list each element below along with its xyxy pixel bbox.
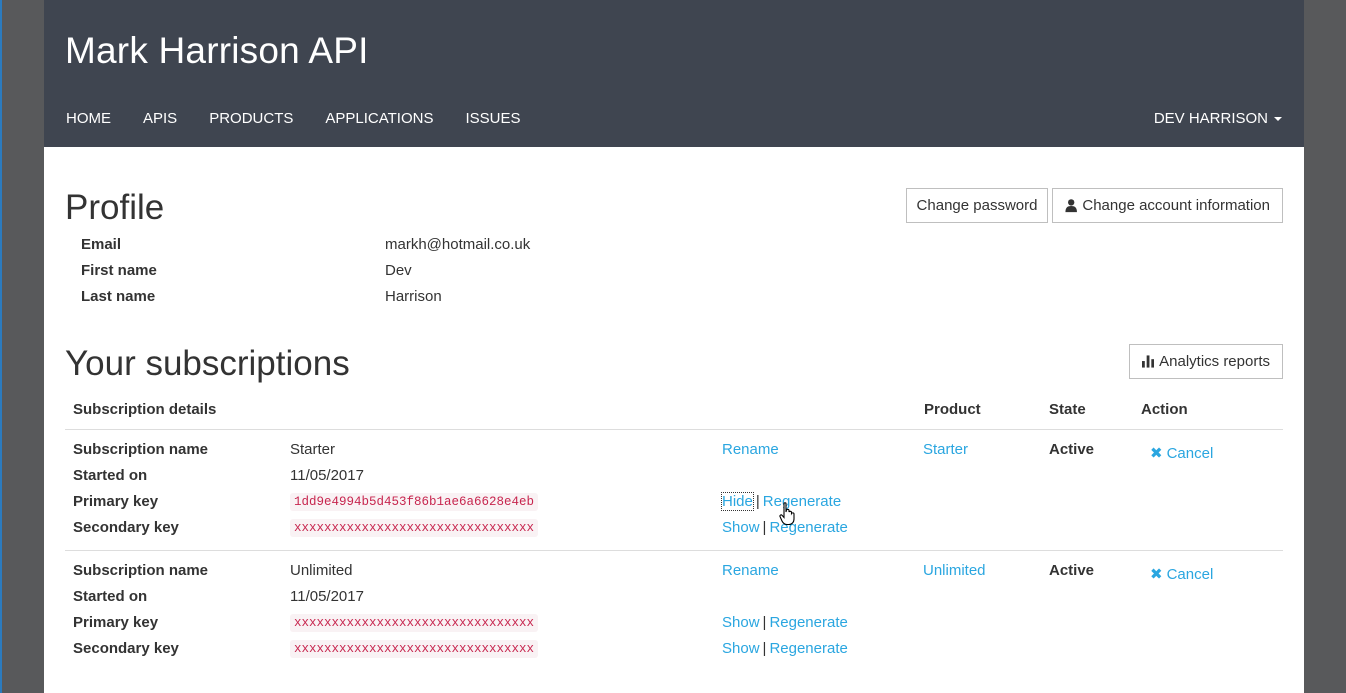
- state-value: Active: [1049, 441, 1095, 458]
- subscriptions-table-header: Subscription details Product State Actio…: [65, 401, 1283, 430]
- primary-key-label: Primary key: [73, 614, 159, 631]
- subscription-unlimited: Subscription name Unlimited Rename Unlim…: [65, 550, 1283, 671]
- analytics-reports-button[interactable]: Analytics reports: [1129, 344, 1283, 379]
- profile-details: Email markh@hotmail.co.uk First name Dev…: [81, 236, 681, 314]
- site-title[interactable]: Mark Harrison API: [65, 30, 369, 72]
- caret-down-icon: [1274, 117, 1282, 122]
- change-account-info-button[interactable]: Change account information: [1052, 188, 1283, 223]
- nav-issues[interactable]: ISSUES: [465, 110, 520, 127]
- subscription-name-row: Subscription name Starter Rename Starter…: [65, 441, 1283, 467]
- nav-home[interactable]: HOME: [66, 110, 111, 127]
- user-menu-label: DEV HARRISON: [1153, 110, 1268, 127]
- separator: |: [762, 519, 767, 536]
- first-name-value: Dev: [385, 262, 412, 279]
- secondary-key-actions: Show | Regenerate: [722, 640, 848, 657]
- started-on-value: 11/05/2017: [290, 588, 364, 605]
- separator: |: [762, 614, 767, 631]
- secondary-key-label: Secondary key: [73, 640, 179, 657]
- subscription-name-label: Subscription name: [73, 562, 209, 579]
- started-on-row: Started on 11/05/2017: [65, 588, 1283, 614]
- regenerate-link[interactable]: Regenerate: [763, 493, 841, 510]
- separator: |: [762, 640, 767, 657]
- secondary-key-label: Secondary key: [73, 519, 179, 536]
- show-key-link[interactable]: Show: [722, 614, 760, 631]
- user-menu[interactable]: DEV HARRISON: [1154, 110, 1282, 127]
- secondary-key-value: xxxxxxxxxxxxxxxxxxxxxxxxxxxxxxxx: [290, 519, 539, 537]
- col-state: State: [1049, 401, 1086, 418]
- first-name-label: First name: [81, 262, 157, 279]
- rename-link[interactable]: Rename: [722, 441, 779, 458]
- subscription-name-row: Subscription name Unlimited Rename Unlim…: [65, 562, 1283, 588]
- primary-key-actions: Show | Regenerate: [722, 614, 848, 631]
- close-icon: ✖: [1150, 445, 1163, 462]
- cancel-link[interactable]: ✖ Cancel: [1150, 444, 1213, 462]
- started-on-row: Started on 11/05/2017: [65, 467, 1283, 493]
- regenerate-link[interactable]: Regenerate: [769, 640, 847, 657]
- window-edge: [0, 0, 2, 693]
- primary-key-value: 1dd9e4994b5d453f86b1ae6a6628e4eb: [290, 493, 539, 511]
- started-on-value: 11/05/2017: [290, 467, 364, 484]
- product-link[interactable]: Starter: [923, 441, 968, 458]
- primary-key-row: Primary key xxxxxxxxxxxxxxxxxxxxxxxxxxxx…: [65, 614, 1283, 640]
- profile-title: Profile: [65, 188, 165, 227]
- regenerate-link[interactable]: Regenerate: [769, 614, 847, 631]
- cancel-link[interactable]: ✖ Cancel: [1150, 565, 1213, 583]
- site-header: Mark Harrison API HOME APIS PRODUCTS APP…: [44, 0, 1304, 147]
- last-name-value: Harrison: [385, 288, 442, 305]
- col-action: Action: [1141, 401, 1188, 418]
- product-link[interactable]: Unlimited: [923, 562, 986, 579]
- bar-chart-icon: [1142, 355, 1155, 368]
- started-on-label: Started on: [73, 467, 148, 484]
- subscription-name-value: Unlimited: [290, 562, 353, 579]
- change-account-info-label: Change account information: [1082, 197, 1270, 214]
- primary-key-row: Primary key 1dd9e4994b5d453f86b1ae6a6628…: [65, 492, 1283, 519]
- nav-products[interactable]: PRODUCTS: [209, 110, 293, 127]
- nav-apis[interactable]: APIS: [143, 110, 177, 127]
- profile-row-email: Email markh@hotmail.co.uk: [81, 236, 681, 262]
- nav-applications[interactable]: APPLICATIONS: [325, 110, 433, 127]
- subscriptions-title: Your subscriptions: [65, 344, 350, 383]
- user-icon: [1065, 199, 1077, 213]
- analytics-reports-label: Analytics reports: [1159, 353, 1270, 370]
- close-icon: ✖: [1150, 566, 1163, 583]
- subscription-name-value: Starter: [290, 441, 336, 458]
- cancel-label: Cancel: [1166, 566, 1214, 583]
- primary-key-label: Primary key: [73, 493, 159, 510]
- show-key-link[interactable]: Show: [722, 519, 760, 536]
- col-product: Product: [924, 401, 981, 418]
- secondary-key-row: Secondary key xxxxxxxxxxxxxxxxxxxxxxxxxx…: [65, 519, 1283, 545]
- change-password-button[interactable]: Change password: [906, 188, 1048, 223]
- started-on-label: Started on: [73, 588, 148, 605]
- rename-link[interactable]: Rename: [722, 562, 779, 579]
- cancel-label: Cancel: [1166, 445, 1214, 462]
- hide-key-link[interactable]: Hide: [721, 492, 754, 511]
- email-label: Email: [81, 236, 122, 253]
- show-key-link[interactable]: Show: [722, 640, 760, 657]
- secondary-key-row: Secondary key xxxxxxxxxxxxxxxxxxxxxxxxxx…: [65, 640, 1283, 666]
- separator: |: [755, 493, 760, 510]
- subscription-name-label: Subscription name: [73, 441, 209, 458]
- state-value: Active: [1049, 562, 1095, 579]
- hand-pointer-icon: [779, 502, 795, 526]
- main-nav: HOME APIS PRODUCTS APPLICATIONS ISSUES: [66, 110, 552, 127]
- subscription-starter: Subscription name Starter Rename Starter…: [65, 429, 1283, 551]
- col-subscription-details: Subscription details: [73, 401, 217, 418]
- primary-key-value: xxxxxxxxxxxxxxxxxxxxxxxxxxxxxxxx: [290, 614, 539, 632]
- last-name-label: Last name: [81, 288, 156, 305]
- page: Mark Harrison API HOME APIS PRODUCTS APP…: [44, 0, 1304, 693]
- secondary-key-value: xxxxxxxxxxxxxxxxxxxxxxxxxxxxxxxx: [290, 640, 539, 658]
- profile-row-first-name: First name Dev: [81, 262, 681, 288]
- email-value: markh@hotmail.co.uk: [385, 236, 531, 253]
- profile-row-last-name: Last name Harrison: [81, 288, 681, 314]
